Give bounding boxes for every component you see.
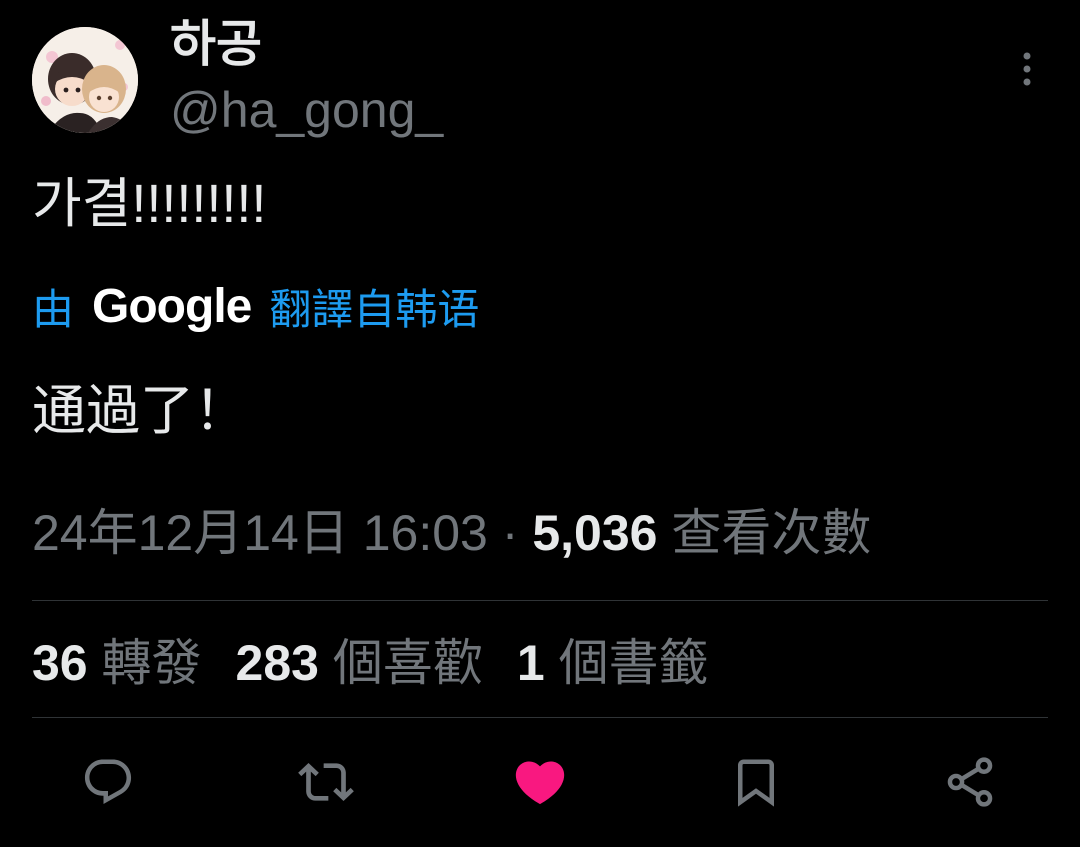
retweets-stat[interactable]: 36 轉發: [32, 635, 202, 691]
tweet-timestamp[interactable]: 24年12月14日 16:03: [32, 505, 488, 561]
action-bar: [0, 738, 1080, 828]
heart-icon: [515, 761, 565, 805]
engagement-stats: 36 轉發 283 個喜歡 1 個書籤: [32, 630, 709, 696]
bookmarks-count: 1: [516, 635, 545, 691]
bookmarks-stat[interactable]: 1 個書籤: [517, 635, 709, 691]
google-logo: Google: [92, 279, 252, 333]
reply-button[interactable]: [78, 752, 138, 812]
retweet-button[interactable]: [296, 752, 356, 812]
meta-separator: ·: [501, 505, 519, 561]
likes-stat[interactable]: 283 個喜歡: [236, 635, 483, 691]
translation-notice[interactable]: 由 Google 翻譯自韩语: [32, 276, 479, 336]
tweet-meta: 24年12月14日 16:03 · 5,036 查看次數: [32, 500, 871, 566]
avatar[interactable]: [32, 27, 138, 133]
like-button[interactable]: [510, 752, 570, 812]
user-handle[interactable]: @ha_gong_: [170, 80, 443, 140]
display-name[interactable]: 하공: [170, 14, 262, 74]
retweets-label: 轉發: [101, 635, 202, 691]
divider: [32, 717, 1048, 718]
bookmark-icon: [738, 759, 774, 807]
divider: [32, 600, 1048, 601]
likes-count: 283: [235, 635, 319, 691]
more-options-icon[interactable]: [1012, 50, 1042, 90]
avatar-image: [32, 27, 138, 133]
tweet-text: 가결!!!!!!!!!: [32, 174, 267, 234]
views-count: 5,036: [532, 505, 658, 561]
retweets-count: 36: [32, 635, 88, 691]
translation-prefix: 由: [32, 285, 75, 333]
reply-icon: [84, 759, 132, 805]
share-icon: [947, 757, 993, 807]
translation-source-language[interactable]: 翻譯自韩语: [269, 276, 479, 337]
likes-label: 個喜歡: [332, 635, 483, 691]
tweet-detail: 하공 @ha_gong_ 가결!!!!!!!!! 由 Google 翻譯自韩语 …: [0, 0, 1080, 847]
bookmarks-label: 個書籤: [558, 635, 709, 691]
retweet-icon: [298, 763, 354, 801]
translated-text: 通過了！: [32, 381, 248, 441]
views-label: 查看次數: [671, 505, 872, 561]
share-button[interactable]: [940, 752, 1000, 812]
bookmark-button[interactable]: [726, 752, 786, 812]
